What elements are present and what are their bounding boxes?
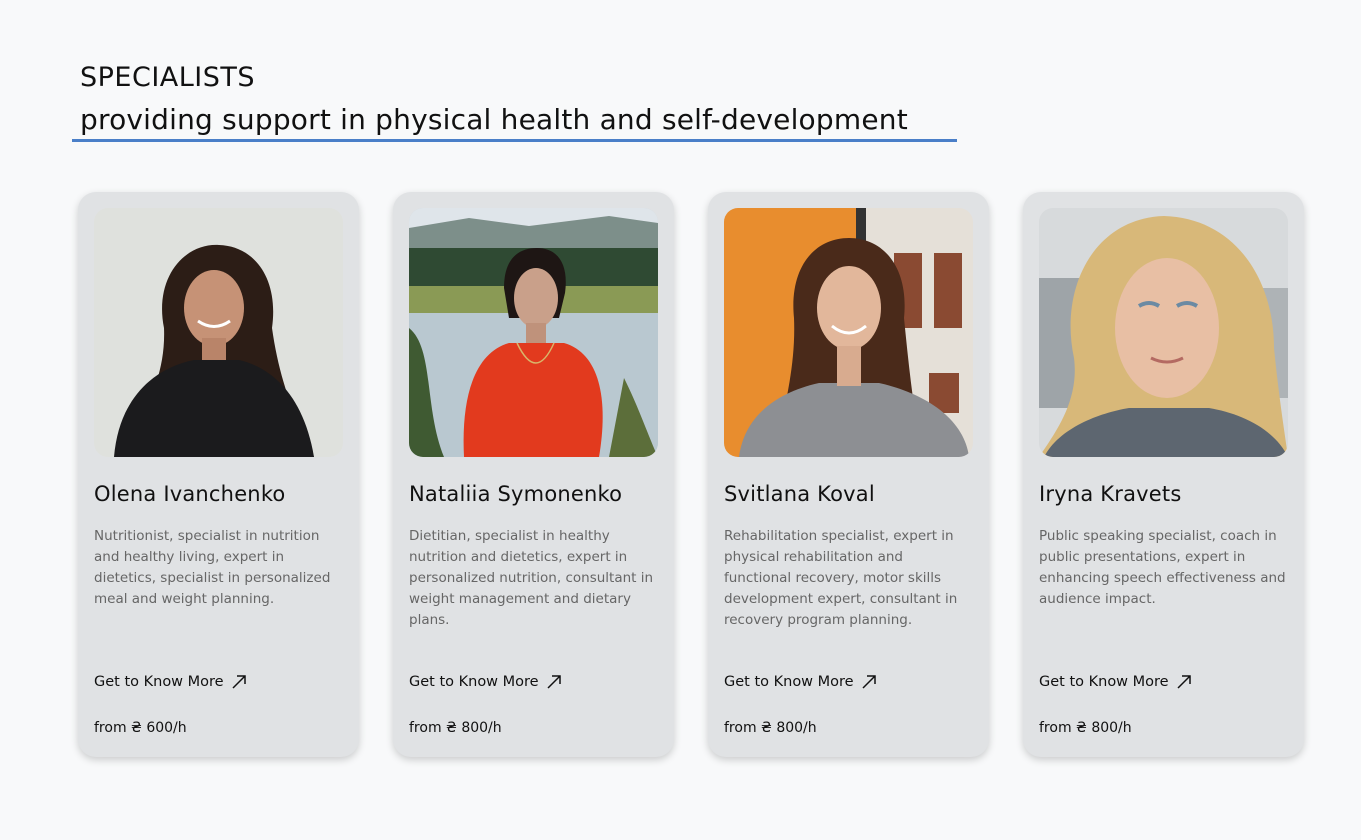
heading-underline	[72, 139, 957, 142]
get-to-know-more-link[interactable]: Get to Know More	[409, 673, 563, 691]
link-label: Get to Know More	[724, 674, 854, 690]
specialist-name: Olena Ivanchenko	[94, 482, 286, 506]
arrow-up-right-icon	[547, 675, 561, 689]
specialist-price: from ₴ 600/h	[94, 720, 187, 736]
get-to-know-more-link[interactable]: Get to Know More	[724, 673, 878, 691]
specialist-name: Svitlana Koval	[724, 482, 875, 506]
specialists-list: Olena Ivanchenko Nutritionist, specialis…	[78, 192, 1304, 757]
portrait-photo-icon	[409, 208, 658, 457]
specialist-description: Public speaking specialist, coach in pub…	[1039, 528, 1286, 607]
specialist-description: Nutritionist, specialist in nutrition an…	[94, 528, 331, 607]
specialist-photo	[409, 208, 658, 457]
get-to-know-more-link[interactable]: Get to Know More	[94, 673, 248, 691]
portrait-photo-icon	[724, 208, 973, 457]
portrait-photo-icon	[1039, 208, 1288, 457]
specialist-description: Rehabilitation specialist, expert in phy…	[724, 528, 958, 628]
link-label: Get to Know More	[409, 674, 539, 690]
section-title: SPECIALISTS	[80, 62, 256, 93]
specialist-price: from ₴ 800/h	[1039, 720, 1132, 736]
link-label: Get to Know More	[1039, 674, 1169, 690]
specialist-name: Nataliia Symonenko	[409, 482, 623, 506]
specialist-card[interactable]: Svitlana Koval Rehabilitation specialist…	[708, 192, 989, 757]
link-label: Get to Know More	[94, 674, 224, 690]
specialist-photo	[1039, 208, 1288, 457]
get-to-know-more-link[interactable]: Get to Know More	[1039, 673, 1193, 691]
specialist-price: from ₴ 800/h	[409, 720, 502, 736]
arrow-up-right-icon	[862, 675, 876, 689]
specialist-card[interactable]: Iryna Kravets Public speaking specialist…	[1023, 192, 1304, 757]
specialist-photo	[94, 208, 343, 457]
arrow-up-right-icon	[1177, 675, 1191, 689]
specialist-card[interactable]: Nataliia Symonenko Dietitian, specialist…	[393, 192, 674, 757]
portrait-photo-icon	[94, 208, 343, 457]
specialist-price: from ₴ 800/h	[724, 720, 817, 736]
section-subtitle: providing support in physical health and…	[80, 103, 908, 136]
arrow-up-right-icon	[232, 675, 246, 689]
specialist-description: Dietitian, specialist in healthy nutriti…	[409, 528, 654, 628]
specialist-card[interactable]: Olena Ivanchenko Nutritionist, specialis…	[78, 192, 359, 757]
specialist-photo	[724, 208, 973, 457]
section-heading: SPECIALISTS providing support in physica…	[80, 60, 908, 140]
specialist-name: Iryna Kravets	[1039, 482, 1182, 506]
